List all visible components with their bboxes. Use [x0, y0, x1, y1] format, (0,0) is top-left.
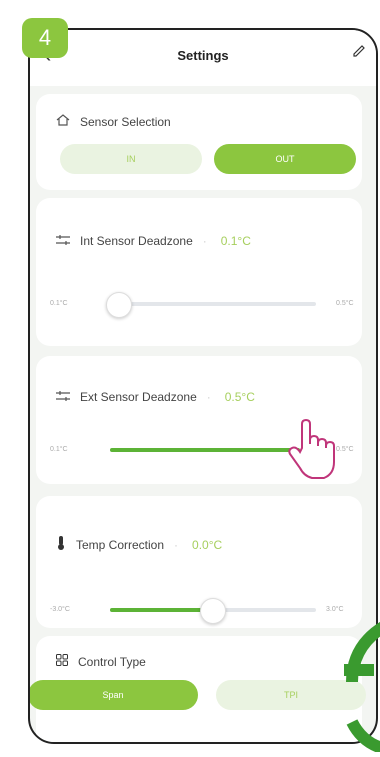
- green-arc-decoration: [332, 612, 380, 757]
- step-number-badge: 4: [22, 18, 68, 58]
- adjust-icon: [56, 234, 70, 248]
- edit-icon[interactable]: [352, 44, 366, 63]
- ext-deadzone-slider-fill[interactable]: [110, 448, 300, 452]
- control-option-span[interactable]: Span: [30, 680, 198, 710]
- int-deadzone-value: 0.1°C: [220, 234, 251, 248]
- int-deadzone-max-label: 0.5°C: [336, 300, 354, 307]
- adjust-icon: [56, 390, 70, 404]
- temp-correction-header: Temp Correction · 0.0°C: [56, 536, 222, 553]
- ext-deadzone-title: Ext Sensor Deadzone: [80, 390, 197, 404]
- control-type-header: Control Type: [56, 654, 146, 669]
- page-title: Settings: [177, 48, 229, 63]
- control-type-card: Control Type Span TPI: [30, 636, 366, 742]
- int-deadzone-card: Int Sensor Deadzone · 0.1°C 0.1°C 0.5°C: [36, 198, 362, 346]
- temp-correction-min-label: -3.0°C: [50, 606, 70, 613]
- temp-correction-value: 0.0°C: [192, 537, 223, 552]
- thermometer-icon: [56, 536, 66, 553]
- sensor-selection-card: Sensor Selection IN OUT: [36, 94, 362, 190]
- temp-correction-title: Temp Correction: [76, 537, 165, 552]
- int-deadzone-slider-thumb[interactable]: [106, 292, 132, 318]
- int-deadzone-header: Int Sensor Deadzone · 0.1°C: [56, 234, 251, 248]
- sensor-selection-header: Sensor Selection: [56, 114, 171, 129]
- app-header: ‹ Settings: [30, 30, 376, 86]
- temp-correction-slider-fill: [110, 608, 210, 612]
- sensor-option-out[interactable]: OUT: [214, 144, 356, 174]
- ext-deadzone-max-label: 0.5°C: [336, 446, 354, 453]
- grid-icon: [56, 654, 68, 669]
- ext-deadzone-value: 0.5°C: [224, 390, 255, 404]
- tap-hand-icon: [282, 418, 338, 487]
- phone-frame: ‹ Settings Sensor Selection IN OUT Int S…: [28, 28, 378, 744]
- ext-deadzone-header: Ext Sensor Deadzone · 0.5°C: [56, 390, 255, 404]
- temp-correction-slider-thumb[interactable]: [200, 598, 226, 624]
- int-deadzone-slider-track[interactable]: [116, 302, 316, 306]
- home-sensor-icon: [56, 114, 70, 129]
- ext-deadzone-min-label: 0.1°C: [50, 446, 68, 453]
- sensor-selection-title: Sensor Selection: [80, 114, 171, 129]
- int-deadzone-title: Int Sensor Deadzone: [80, 234, 193, 248]
- temp-correction-card: Temp Correction · 0.0°C -3.0°C 3.0°C: [36, 496, 362, 628]
- int-deadzone-min-label: 0.1°C: [50, 300, 68, 307]
- control-type-title: Control Type: [78, 654, 146, 669]
- sensor-option-in[interactable]: IN: [60, 144, 202, 174]
